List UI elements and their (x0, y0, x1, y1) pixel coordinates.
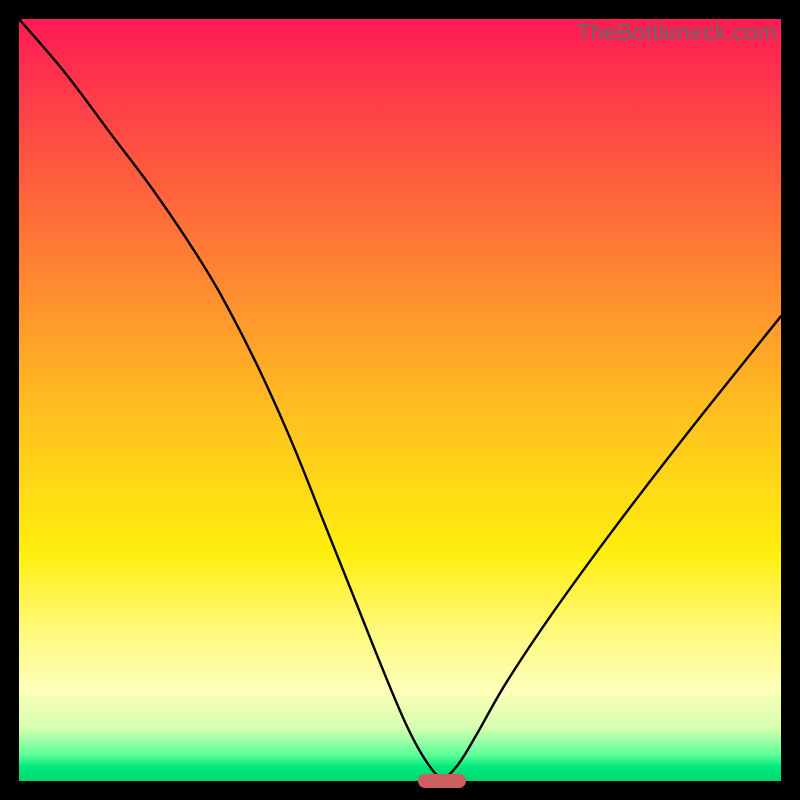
bottleneck-curve (19, 19, 781, 781)
chart-frame: TheBottleneck.com (0, 0, 800, 800)
plot-area: TheBottleneck.com (19, 19, 781, 781)
optimum-marker (418, 774, 466, 788)
